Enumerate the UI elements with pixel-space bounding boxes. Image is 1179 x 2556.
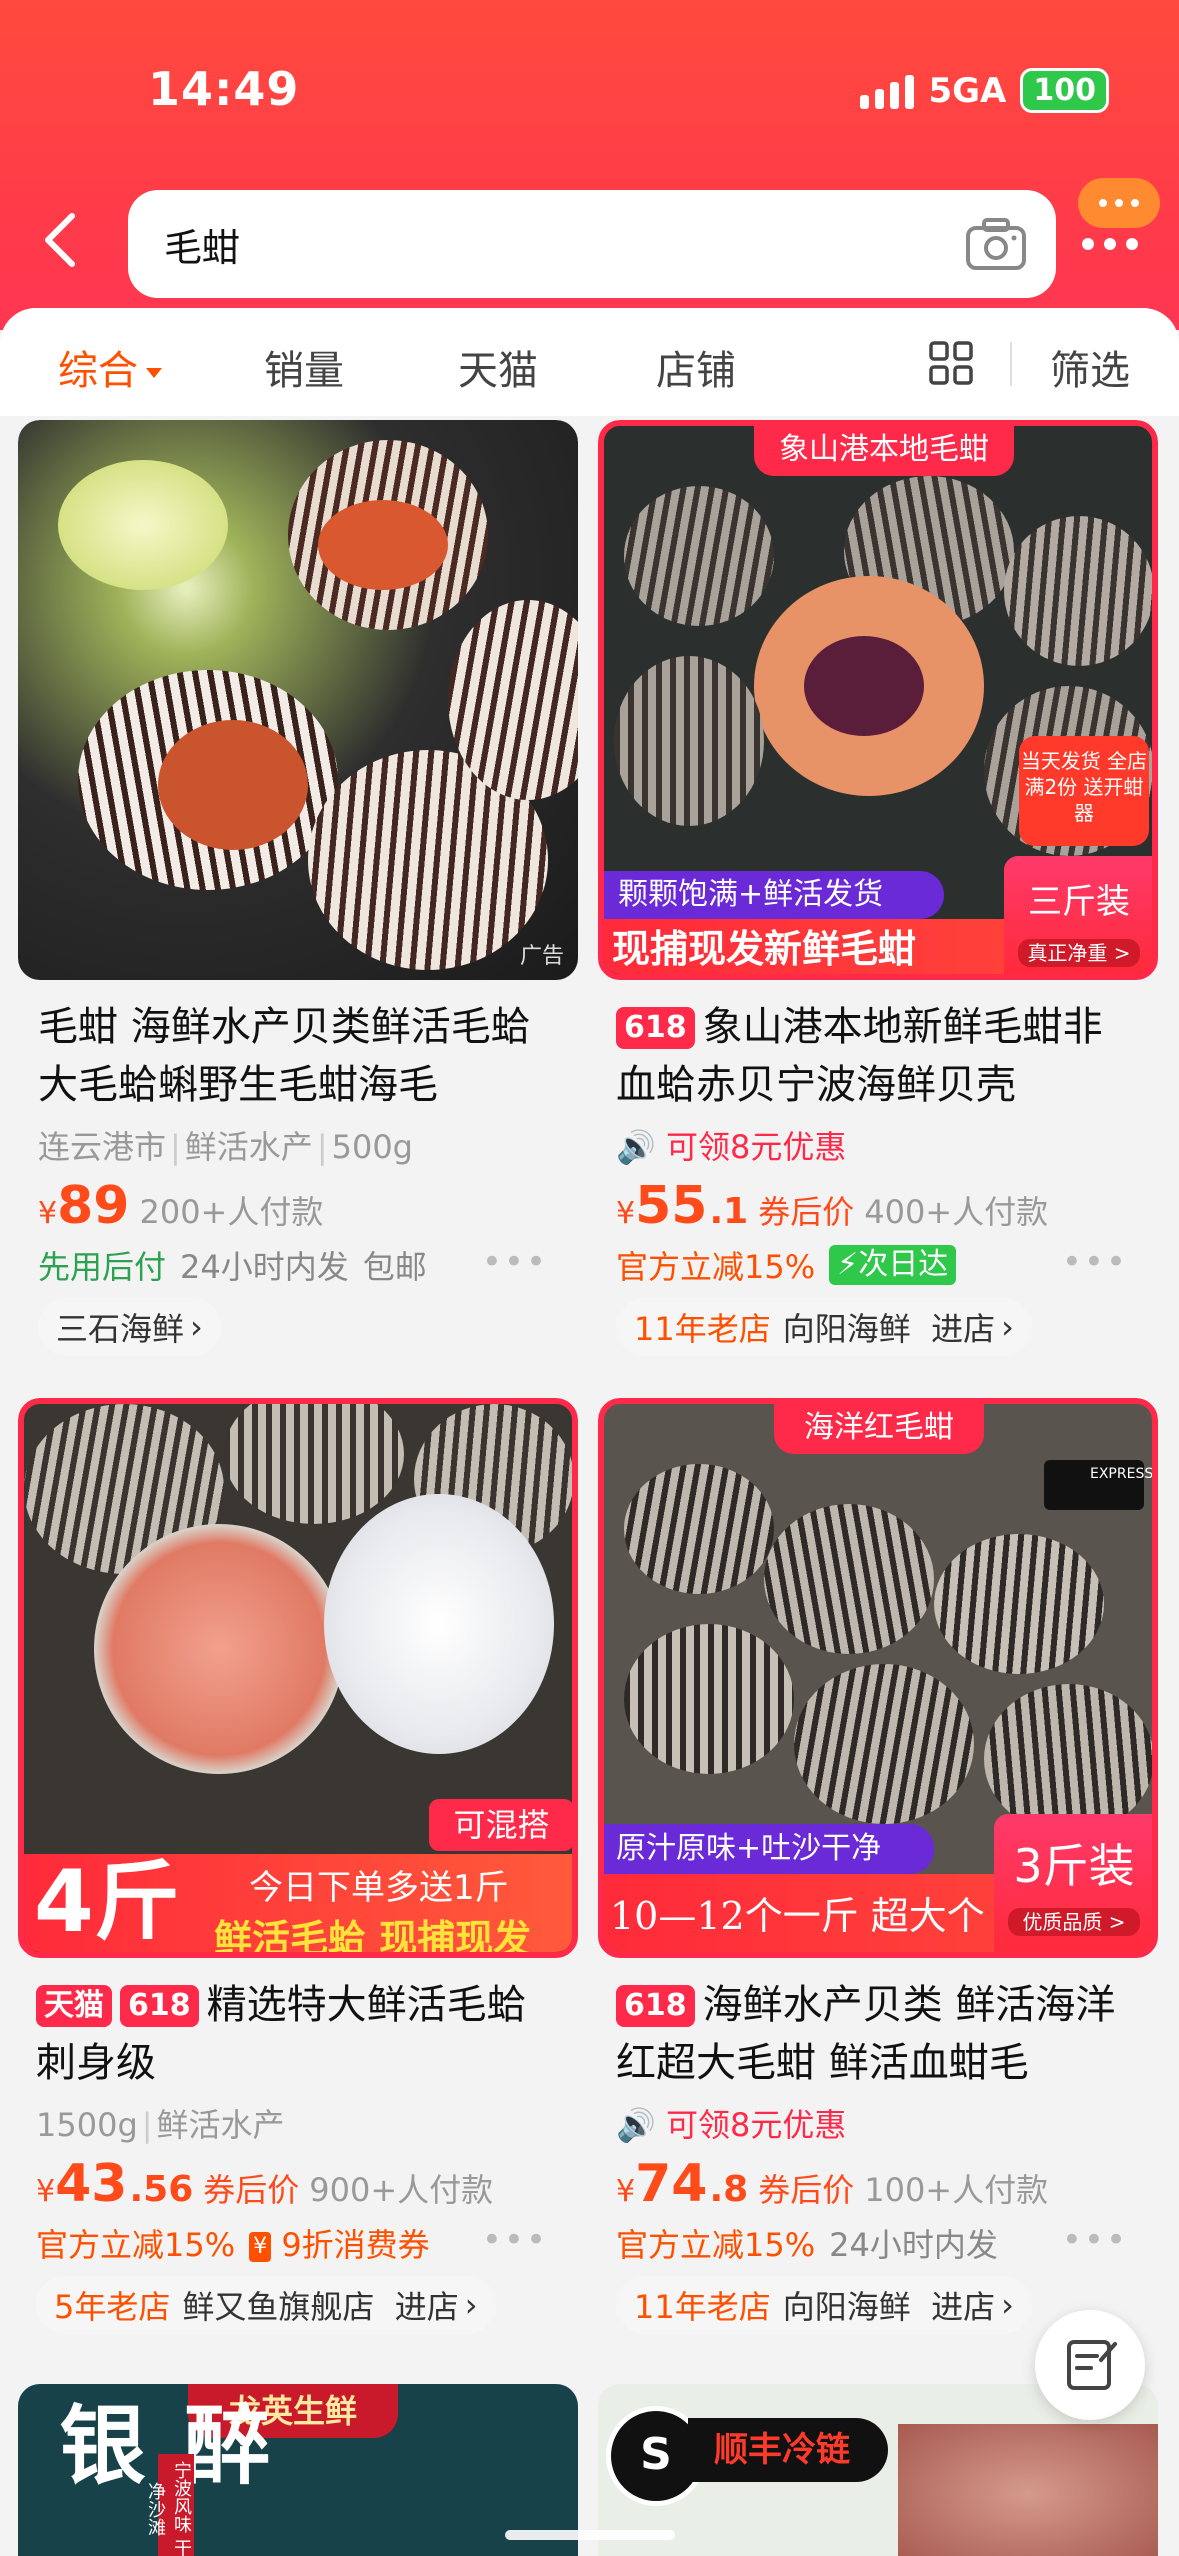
edit-note-icon bbox=[1067, 2340, 1117, 2390]
divider bbox=[1010, 342, 1012, 386]
product-attrs: 1500g | 鲜活水产 bbox=[36, 2106, 285, 2144]
product-image[interactable]: 广告 bbox=[18, 420, 578, 980]
tag-618: 618 bbox=[616, 1007, 695, 1049]
shop-link[interactable]: 5年老店 鲜又鱼旗舰店 进店 › bbox=[36, 2276, 496, 2334]
price: 55 bbox=[635, 1176, 708, 1236]
status-icons: 5GA 100 bbox=[860, 68, 1109, 113]
battery-icon: 100 bbox=[1020, 68, 1109, 113]
caret-down-icon bbox=[146, 368, 162, 378]
price-row: ¥55.1 券后价 400+人付款 bbox=[616, 1176, 1049, 1236]
product-title[interactable]: 618 海鲜水产贝类 鲜活海洋红超大毛蚶 鲜活血蚶毛 bbox=[616, 1976, 1138, 2092]
product-title[interactable]: 天猫 618 精选特大鲜活毛蛤刺身级 bbox=[36, 1976, 558, 2092]
image-banner: 4斤 今日下单多送1斤 鲜活毛蛤 现捕现发 bbox=[24, 1852, 572, 1952]
image-banner: 海洋红毛蚶 bbox=[774, 1404, 984, 1454]
image-shell bbox=[898, 2424, 1158, 2556]
product-card[interactable]: 龙英生鲜 醉银 宁波风味 干净沙滩 bbox=[18, 2384, 578, 2556]
camera-icon[interactable] bbox=[964, 216, 1028, 272]
product-image[interactable]: 可混搭 4斤 今日下单多送1斤 鲜活毛蛤 现捕现发 bbox=[18, 1398, 578, 1958]
image-banner: 顺丰冷链 bbox=[688, 2418, 888, 2482]
product-card[interactable]: 广告 毛蚶 海鲜水产贝类鲜活毛蛤大毛蛤蝌野生毛蚶海毛 连云港市 | 鲜活水产 | 500… bbox=[18, 420, 578, 1360]
more-options-icon[interactable]: ••• bbox=[1062, 1242, 1128, 1282]
more-menu-icon[interactable] bbox=[1082, 238, 1138, 250]
message-bubble-icon[interactable] bbox=[1078, 178, 1160, 228]
service-row: 官方立减15% ¥ 9折消费券 ••• bbox=[36, 2220, 548, 2264]
image-banner: 原汁原味+吐沙干净 bbox=[604, 1824, 934, 1874]
sold-count: 900+人付款 bbox=[309, 2171, 494, 2209]
product-attrs: 连云港市 | 鲜活水产 | 500g bbox=[38, 1128, 413, 1166]
mix-badge: 可混搭 bbox=[429, 1799, 572, 1851]
ad-label: 广告 bbox=[519, 944, 564, 969]
weight-badge: 3斤装 优质品质 > bbox=[994, 1814, 1152, 1952]
next-day-badge: ⚡ 次日达 bbox=[829, 1245, 957, 1285]
more-options-icon[interactable]: ••• bbox=[482, 2220, 548, 2260]
search-bar[interactable]: 毛蚶 bbox=[128, 190, 1056, 298]
service-row: 官方立减15% 24小时内发 ••• bbox=[616, 2220, 1128, 2264]
shop-link[interactable]: 三石海鲜 › bbox=[38, 1298, 221, 1356]
shop-link[interactable]: 11年老店 向阳海鲜 进店 › bbox=[616, 1298, 1032, 1356]
chevron-right-icon: › bbox=[464, 2286, 478, 2324]
weight-badge: 三斤装 真正净重 > bbox=[1004, 856, 1152, 974]
product-title[interactable]: 毛蚶 海鲜水产贝类鲜活毛蛤大毛蛤蝌野生毛蚶海毛 bbox=[38, 998, 558, 1114]
product-card[interactable]: 海洋红毛蚶 EXPRESS 原汁原味+吐沙干净 10—12个一斤 超大个 3斤装… bbox=[598, 1398, 1158, 2358]
tab-filter[interactable]: 筛选 bbox=[1050, 338, 1130, 396]
coupon-promo[interactable]: 🔊 可领8元优惠 bbox=[616, 1122, 1138, 1168]
tag-618: 618 bbox=[616, 1985, 695, 2027]
sold-count: 400+人付款 bbox=[864, 1193, 1049, 1231]
image-text: 宁波风味 干净沙滩 bbox=[145, 2454, 194, 2556]
price-row: ¥43.56 券后价 900+人付款 bbox=[36, 2154, 494, 2214]
tag-tmall: 天猫 bbox=[36, 1985, 112, 2027]
chevron-right-icon: › bbox=[1001, 2286, 1014, 2324]
back-arrow-icon[interactable] bbox=[40, 210, 80, 270]
feedback-button[interactable] bbox=[1035, 2310, 1145, 2420]
sold-count: 200+人付款 bbox=[139, 1193, 324, 1231]
tab-tmall[interactable]: 天猫 bbox=[458, 338, 538, 396]
price: 89 bbox=[57, 1176, 130, 1236]
speaker-icon: 🔊 bbox=[616, 1128, 656, 1166]
search-input[interactable]: 毛蚶 bbox=[164, 217, 240, 272]
image-banner: 颗颗饱满+鲜活发货 bbox=[604, 871, 944, 919]
product-image[interactable]: 象山港本地毛蚶 当天发货 全店满2份 送开蚶器 颗颗饱满+鲜活发货 现捕现发新鲜… bbox=[598, 420, 1158, 980]
product-card[interactable]: 可混搭 4斤 今日下单多送1斤 鲜活毛蛤 现捕现发 天猫 618 精选特大鲜活毛蛤刺… bbox=[18, 1398, 578, 2358]
home-indicator[interactable] bbox=[505, 2530, 675, 2540]
signal-icon bbox=[860, 73, 915, 109]
corner-badge: 当天发货 全店满2份 送开蚶器 bbox=[1019, 736, 1149, 846]
price: 74 bbox=[635, 2154, 708, 2214]
tag-618: 618 bbox=[120, 1985, 199, 2027]
sf-express-logo: EXPRESS bbox=[1044, 1460, 1152, 1510]
sold-count: 100+人付款 bbox=[864, 2171, 1049, 2209]
lightning-icon: ⚡ bbox=[837, 1247, 859, 1282]
coupon-promo[interactable]: 🔊 可领8元优惠 bbox=[616, 2100, 1138, 2146]
network-label: 5GA bbox=[928, 70, 1007, 111]
price-row: ¥89 200+人付款 bbox=[38, 1176, 324, 1236]
price-row: ¥74.8 券后价 100+人付款 bbox=[616, 2154, 1049, 2214]
product-title[interactable]: 618 象山港本地新鲜毛蚶非血蛤赤贝宁波海鲜贝壳 bbox=[616, 998, 1138, 1114]
service-row: 官方立减15% ⚡ 次日达 ••• bbox=[616, 1242, 1128, 1286]
product-image[interactable]: 海洋红毛蚶 EXPRESS 原汁原味+吐沙干净 10—12个一斤 超大个 3斤装… bbox=[598, 1398, 1158, 1958]
sort-tabs bbox=[0, 308, 1179, 416]
more-options-icon[interactable]: ••• bbox=[1062, 2220, 1128, 2260]
status-time: 14:49 bbox=[148, 62, 300, 116]
image-banner: 象山港本地毛蚶 bbox=[754, 426, 1014, 476]
tab-comprehensive[interactable]: 综合 bbox=[58, 338, 162, 396]
speaker-icon: 🔊 bbox=[616, 2106, 656, 2144]
service-row: 先用后付 24小时内发 包邮 ••• bbox=[38, 1242, 548, 1286]
tab-stores[interactable]: 店铺 bbox=[656, 338, 736, 396]
shop-link[interactable]: 11年老店 向阳海鲜 进店 › bbox=[616, 2276, 1032, 2334]
grid-view-icon[interactable] bbox=[928, 340, 974, 386]
product-card[interactable]: 象山港本地毛蚶 当天发货 全店满2份 送开蚶器 颗颗饱满+鲜活发货 现捕现发新鲜… bbox=[598, 420, 1158, 1360]
more-options-icon[interactable]: ••• bbox=[482, 1242, 548, 1282]
price: 43 bbox=[55, 2154, 128, 2214]
tab-sales[interactable]: 销量 bbox=[264, 338, 344, 396]
chevron-right-icon: › bbox=[1001, 1308, 1014, 1346]
chevron-right-icon: › bbox=[190, 1308, 203, 1346]
voucher-icon: ¥ bbox=[249, 2232, 272, 2262]
